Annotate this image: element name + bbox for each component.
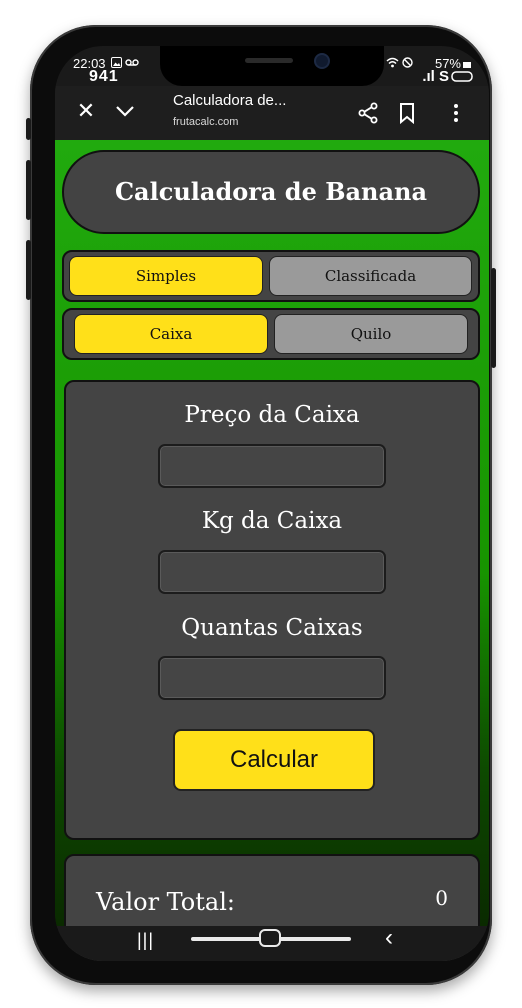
status-bar: 22:03 941 57% .ıl S [55,46,489,86]
recents-icon[interactable]: ||| [137,930,154,951]
mode-toggle: Simples Classificada [62,250,480,302]
phone-volume-up [26,160,31,220]
box-count-input[interactable] [158,656,386,700]
battery-outline-icon [451,71,473,82]
close-icon[interactable]: ✕ [71,96,101,126]
page-title: Calculadora de... [173,92,287,109]
total-label: Valor Total: [96,888,235,916]
share-icon[interactable] [357,102,379,124]
calculate-button[interactable]: Calcular [173,729,375,791]
phone-power-button [491,268,496,368]
tab-quilo[interactable]: Quilo [274,314,468,354]
box-kg-label: Kg da Caixa [201,508,343,534]
phone-screen: 22:03 941 57% .ıl S ✕ Calculadora de... … [55,46,489,961]
page-url: frutacalc.com [173,116,239,128]
app-content: Calculadora de Banana Simples Classifica… [55,140,489,961]
battery-icon [463,62,471,68]
do-not-disturb-icon [402,57,413,68]
box-price-label: Preço da Caixa [184,402,360,428]
image-notification-icon [111,57,122,68]
tab-caixa[interactable]: Caixa [74,314,268,354]
box-count-label: Quantas Caixas [181,615,363,641]
voicemail-icon [125,59,139,66]
app-title: Calculadora de Banana [62,150,480,234]
box-price-input[interactable] [158,444,386,488]
wifi-icon [386,57,399,68]
more-options-icon[interactable] [453,102,459,124]
home-icon[interactable] [259,929,281,947]
tab-simples[interactable]: Simples [69,256,263,296]
carrier-text: 941 [89,68,119,85]
phone-volume-down [26,240,31,300]
browser-toolbar: ✕ Calculadora de... frutacalc.com [55,86,489,140]
unit-toggle: Caixa Quilo [62,308,480,360]
phone-side-button [26,118,31,140]
tab-classificada[interactable]: Classificada [269,256,472,296]
android-nav-bar: ||| ‹ [55,924,489,961]
calculator-form: Preço da Caixa Kg da Caixa Quantas Caixa… [64,380,480,840]
bookmark-icon[interactable] [398,102,416,124]
chevron-down-icon[interactable] [115,104,135,118]
total-value: 0 [435,886,448,910]
back-icon[interactable]: ‹ [385,924,393,952]
signal-text: .ıl S [422,68,449,85]
box-kg-input[interactable] [158,550,386,594]
